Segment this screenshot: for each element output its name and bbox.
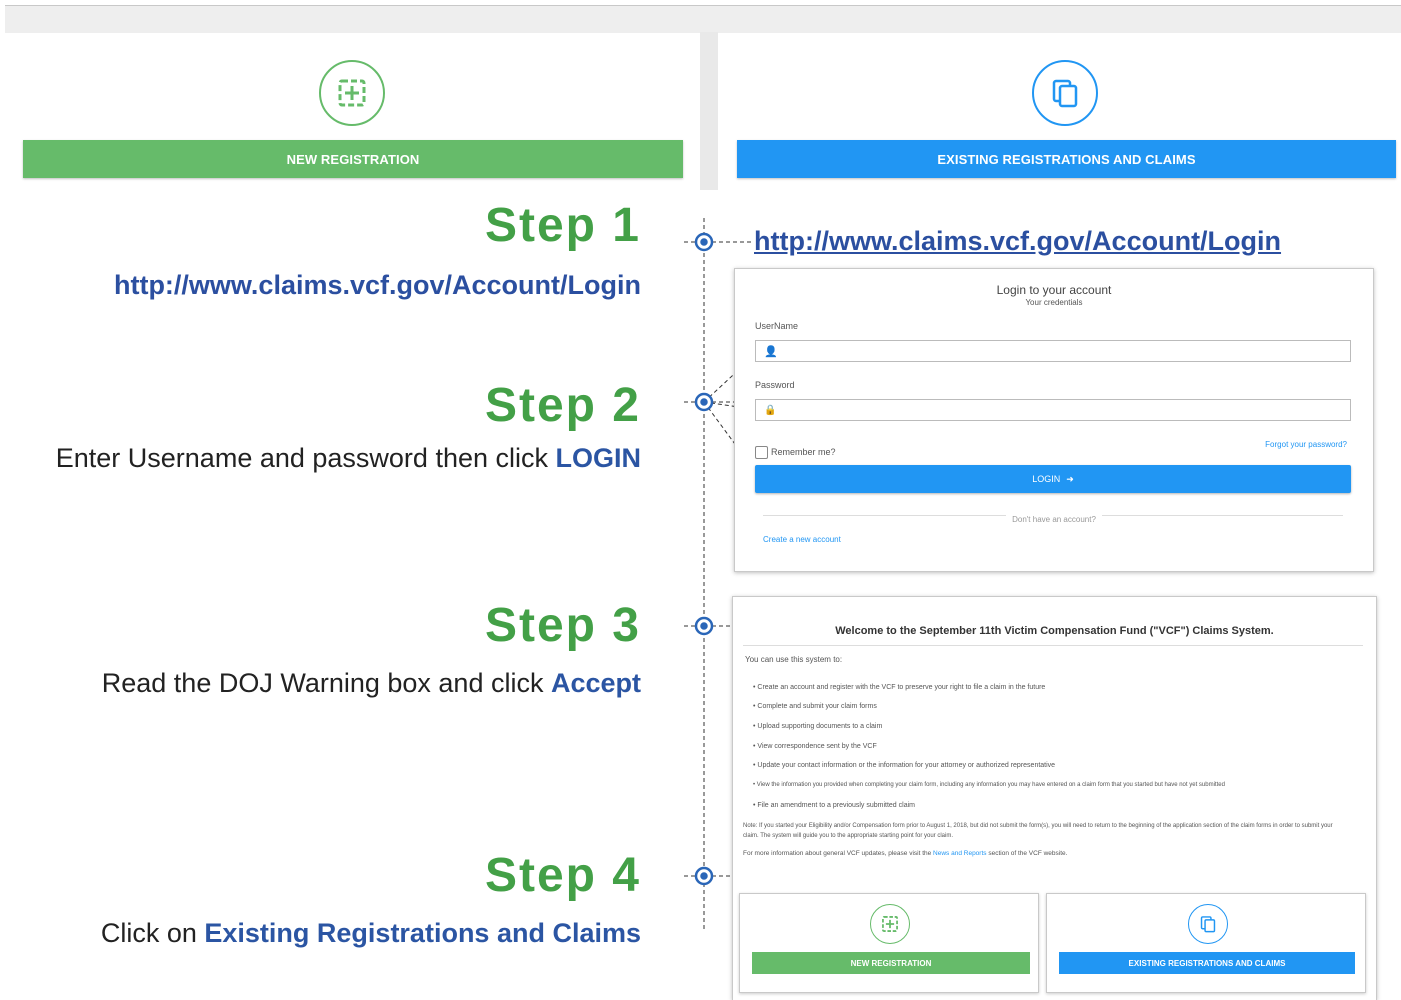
mini-existing-registrations-button[interactable]: EXISTING REGISTRATIONS AND CLAIMS	[1059, 952, 1355, 974]
mini-new-registration-panel: NEW REGISTRATION	[739, 893, 1039, 993]
welcome-bullet-6-text: View the information you provided when c…	[756, 782, 1225, 788]
more-info-prefix: For more information about general VCF u…	[743, 850, 934, 857]
user-icon: 👤	[764, 345, 778, 358]
forgot-password-link[interactable]: Forgot your password?	[1265, 440, 1347, 449]
password-field[interactable]: 🔒	[755, 399, 1351, 421]
welcome-bullet-3: • Upload supporting documents to a claim	[753, 723, 883, 730]
arrow-right-icon: ➜	[1066, 473, 1074, 484]
marker-step-2	[694, 392, 714, 412]
welcome-bullet-4-text: View correspondence sent by the VCF	[757, 743, 877, 750]
welcome-bullet-4: • View correspondence sent by the VCF	[753, 743, 877, 750]
password-label: Password	[755, 380, 795, 390]
lock-icon: 🔒	[764, 404, 777, 416]
mini-add-box-icon[interactable]	[870, 904, 910, 944]
welcome-bullet-3-text: Upload supporting documents to a claim	[757, 723, 883, 730]
marker-step-3	[694, 616, 714, 636]
create-account-link[interactable]: Create a new account	[763, 535, 841, 544]
remember-label: Remember me?	[771, 447, 836, 457]
welcome-bullet-2-text: Complete and submit your claim forms	[757, 703, 877, 710]
welcome-card: Welcome to the September 11th Victim Com…	[732, 596, 1377, 1000]
login-card: Login to your account Your credentials U…	[734, 268, 1374, 572]
welcome-bullet-5-text: Update your contact information or the i…	[757, 762, 1056, 769]
mini-existing-panel: EXISTING REGISTRATIONS AND CLAIMS	[1046, 893, 1366, 993]
news-reports-link[interactable]: News and Reports	[933, 850, 986, 857]
remember-checkbox[interactable]	[755, 446, 768, 459]
welcome-intro: You can use this system to:	[745, 655, 843, 664]
welcome-bullet-7-text: File an amendment to a previously submit…	[757, 802, 915, 809]
welcome-bullet-7: • File an amendment to a previously subm…	[753, 802, 915, 809]
no-account-text: Don't have an account?	[1006, 515, 1102, 524]
login-button-label: LOGIN	[1032, 474, 1061, 484]
no-account-wrap: Don't have an account?	[735, 509, 1373, 527]
welcome-more-info: For more information about general VCF u…	[743, 850, 1067, 857]
more-info-suffix: section of the VCF website.	[986, 850, 1068, 857]
login-subtitle: Your credentials	[1025, 298, 1083, 307]
mini-new-registration-button[interactable]: NEW REGISTRATION	[752, 952, 1030, 974]
username-field[interactable]: 👤	[755, 340, 1351, 362]
welcome-separator	[743, 645, 1363, 646]
welcome-note: Note: If you started your Eligibility an…	[743, 823, 1333, 839]
login-url-link[interactable]: http://www.claims.vcf.gov/Account/Login	[754, 226, 1281, 257]
welcome-bullet-1: • Create an account and register with th…	[753, 684, 1046, 691]
welcome-title: Welcome to the September 11th Victim Com…	[835, 625, 1274, 637]
login-title: Login to your account	[996, 283, 1112, 297]
welcome-bullet-5: • Update your contact information or the…	[753, 762, 1056, 769]
marker-step-4	[694, 866, 714, 886]
welcome-bullet-2: • Complete and submit your claim forms	[753, 703, 877, 710]
welcome-bullet-6: • View the information you provided when…	[753, 782, 1225, 788]
mini-copy-documents-icon[interactable]	[1188, 904, 1228, 944]
marker-step-1	[694, 232, 714, 252]
username-label: UserName	[755, 321, 799, 331]
welcome-bullet-1-text: Create an account and register with the …	[757, 684, 1046, 691]
login-button[interactable]: LOGIN ➜	[755, 465, 1351, 493]
